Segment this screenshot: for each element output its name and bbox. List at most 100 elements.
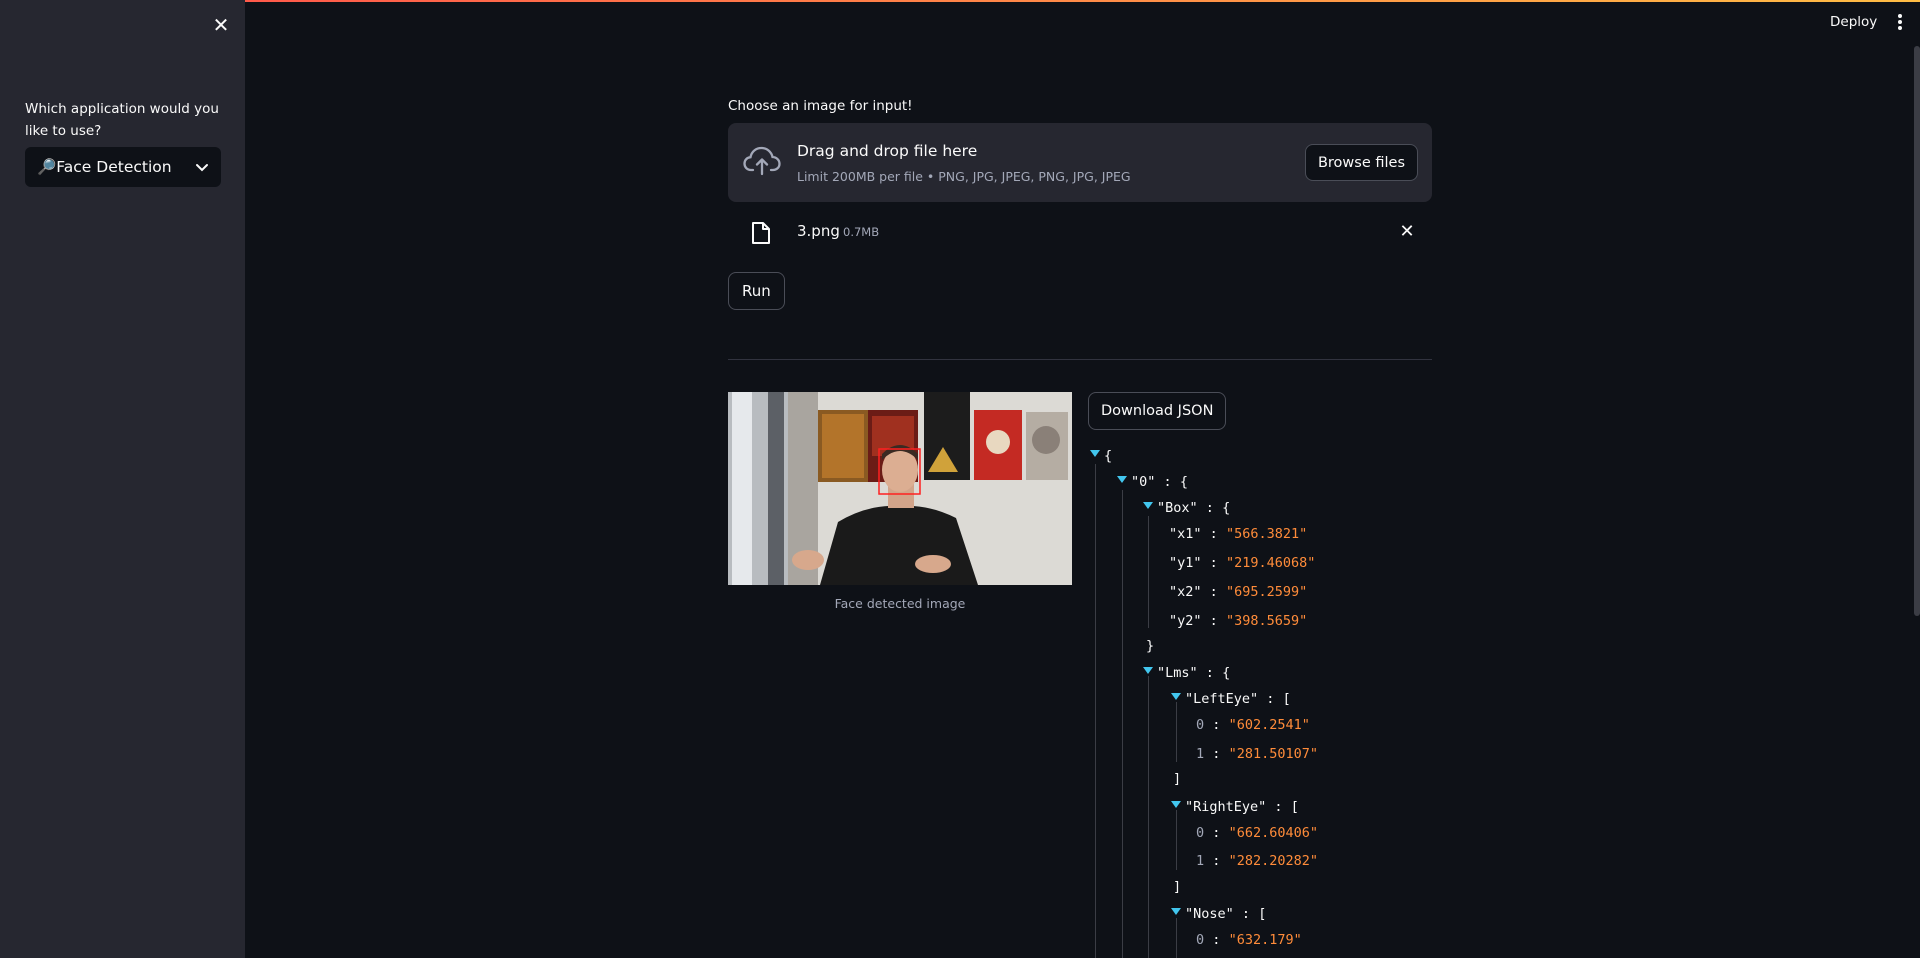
json-brace: } — [1146, 638, 1155, 654]
json-colon: : — [1205, 665, 1214, 681]
json-brace: { — [1179, 474, 1188, 490]
json-entry-x2: "x2" : "695.2599" — [1169, 582, 1307, 602]
json-entry-righteye-1: 1 : "282.20282" — [1196, 851, 1318, 871]
collapse-toggle-icon[interactable] — [1143, 667, 1153, 674]
dropzone-limit: Limit 200MB per file • PNG, JPG, JPEG, P… — [797, 169, 1131, 184]
top-accent-bar — [0, 0, 1920, 2]
json-value: "282.20282" — [1228, 853, 1318, 869]
collapse-toggle-icon[interactable] — [1090, 450, 1100, 457]
json-root-line: { — [1090, 446, 1112, 466]
json-entry-y1: "y1" : "219.46068" — [1169, 553, 1315, 573]
app-select[interactable]: 🔎Face Detection — [25, 147, 221, 187]
json-bracket: ] — [1173, 879, 1182, 895]
json-index: 0 — [1196, 932, 1205, 948]
json-guide — [1148, 676, 1149, 958]
json-key: "Lms" — [1157, 665, 1198, 681]
json-brace: { — [1222, 500, 1231, 516]
json-entry-lefteye: "LeftEye" : [ — [1171, 689, 1291, 709]
download-json-button[interactable]: Download JSON — [1088, 392, 1227, 430]
json-entry-0: "0" : { — [1117, 472, 1188, 492]
file-name: 3.png — [797, 222, 840, 240]
json-value: "632.179" — [1228, 932, 1302, 948]
collapse-toggle-icon[interactable] — [1171, 801, 1181, 808]
json-colon: : — [1209, 584, 1218, 600]
collapse-toggle-icon[interactable] — [1117, 476, 1127, 483]
json-close-righteye: ] — [1173, 877, 1181, 897]
json-index: 1 — [1196, 746, 1205, 762]
json-key: "Nose" — [1185, 906, 1234, 922]
cloud-upload-icon — [743, 146, 781, 176]
json-colon: : — [1212, 746, 1221, 762]
json-guide — [1122, 490, 1123, 958]
uploader-label: Choose an image for input! — [728, 98, 913, 114]
json-guide — [1176, 918, 1177, 958]
close-icon[interactable]: ✕ — [210, 14, 232, 36]
face-detected-photo — [728, 392, 1072, 585]
json-colon: : — [1212, 853, 1221, 869]
json-colon: : — [1209, 555, 1218, 571]
json-guide — [1176, 810, 1177, 870]
json-entry-righteye-0: 0 : "662.60406" — [1196, 823, 1318, 843]
json-key: "LeftEye" — [1185, 691, 1259, 707]
json-entry-lefteye-0: 0 : "602.2541" — [1196, 715, 1310, 735]
collapse-toggle-icon[interactable] — [1143, 502, 1153, 509]
json-colon: : — [1163, 474, 1172, 490]
json-colon: : — [1266, 691, 1275, 707]
json-entry-righteye: "RightEye" : [ — [1171, 797, 1299, 817]
deploy-button[interactable]: Deploy — [1830, 14, 1877, 30]
json-colon: : — [1212, 825, 1221, 841]
json-entry-nose: "Nose" : [ — [1171, 904, 1266, 924]
app-select-label: Which application would you like to use? — [25, 101, 219, 139]
json-colon: : — [1209, 526, 1218, 542]
face-detected-image — [728, 392, 1072, 585]
json-colon: : — [1209, 613, 1218, 629]
file-dropzone[interactable]: Drag and drop file here Limit 200MB per … — [728, 123, 1432, 202]
json-entry-lefteye-1: 1 : "281.50107" — [1196, 744, 1318, 764]
json-entry-nose-0: 0 : "632.179" — [1196, 930, 1302, 950]
json-bracket: [ — [1258, 906, 1267, 922]
json-entry-y2: "y2" : "398.5659" — [1169, 611, 1307, 631]
json-viewer: { "0" : { "Box" : { "x1" : "566.3821" "y… — [1090, 446, 1430, 958]
dropzone-title: Drag and drop file here — [797, 142, 978, 160]
json-colon: : — [1274, 799, 1283, 815]
chevron-down-icon — [196, 164, 208, 172]
remove-file-icon[interactable]: ✕ — [1397, 222, 1417, 242]
json-bracket: [ — [1290, 799, 1299, 815]
json-close-lefteye: ] — [1173, 769, 1181, 789]
json-index: 0 — [1196, 717, 1205, 733]
json-guide — [1176, 702, 1177, 762]
json-index: 0 — [1196, 825, 1205, 841]
file-size: 0.7MB — [843, 225, 880, 239]
browse-files-button[interactable]: Browse files — [1304, 144, 1418, 181]
json-bracket: ] — [1173, 771, 1182, 787]
divider — [728, 359, 1432, 360]
uploaded-file: 3.png 0.7MB ✕ — [728, 218, 1432, 248]
json-value: "695.2599" — [1225, 584, 1308, 600]
vertical-dots-icon[interactable] — [1893, 12, 1907, 32]
file-icon — [752, 222, 770, 244]
image-caption: Face detected image — [834, 596, 966, 611]
json-entry-x1: "x1" : "566.3821" — [1169, 524, 1307, 544]
json-value: "398.5659" — [1225, 613, 1308, 629]
json-value: "602.2541" — [1228, 717, 1310, 733]
json-key: "RightEye" — [1185, 799, 1267, 815]
run-button[interactable]: Run — [728, 272, 785, 310]
collapse-toggle-icon[interactable] — [1171, 908, 1181, 915]
json-guide — [1095, 464, 1096, 958]
json-value: "662.60406" — [1228, 825, 1318, 841]
json-key: "Box" — [1157, 500, 1198, 516]
collapse-toggle-icon[interactable] — [1171, 693, 1181, 700]
json-value: "219.46068" — [1225, 555, 1316, 571]
json-key: "y2" — [1169, 613, 1202, 629]
page-scrollbar[interactable] — [1914, 46, 1920, 616]
json-colon: : — [1205, 500, 1214, 516]
json-entry-box: "Box" : { — [1143, 498, 1230, 518]
json-brace: { — [1222, 665, 1231, 681]
json-value: "281.50107" — [1228, 746, 1318, 762]
json-colon: : — [1212, 717, 1221, 733]
json-bracket: [ — [1282, 691, 1291, 707]
json-key: "x1" — [1169, 526, 1202, 542]
json-colon: : — [1241, 906, 1251, 922]
json-key: "x2" — [1169, 584, 1202, 600]
json-close-box: } — [1146, 636, 1154, 656]
